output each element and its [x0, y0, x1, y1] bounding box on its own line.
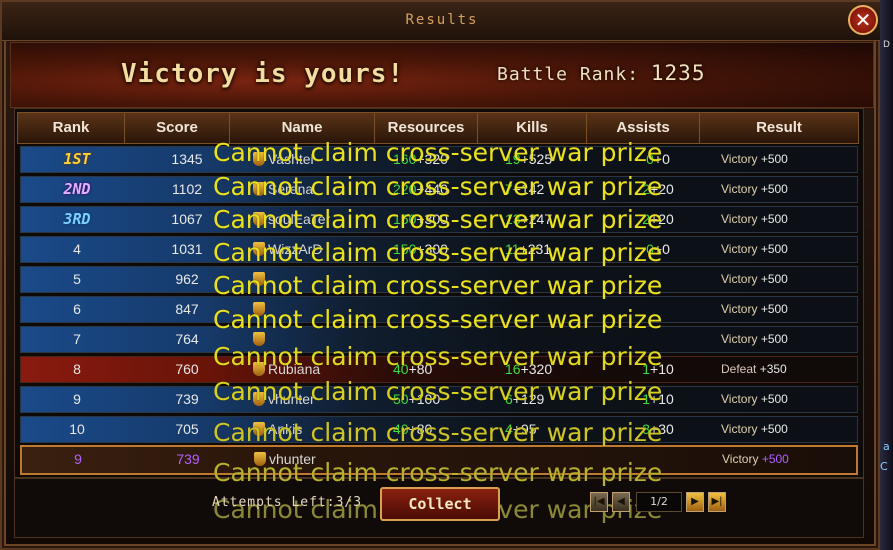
rank-cell: 4 [73, 241, 81, 257]
first-page-button[interactable]: |◀ [590, 492, 608, 512]
rank-cell: 9 [73, 391, 81, 407]
result-cell: Victory +500 [721, 212, 788, 226]
result-cell: Victory +500 [721, 242, 788, 256]
rank-cell: 1ST [63, 150, 91, 168]
background-edge: D a C [880, 0, 893, 550]
result-cell: Victory +500 [721, 272, 788, 286]
result-cell: Victory +500 [721, 152, 788, 166]
rank-cell: 6 [73, 301, 81, 317]
victory-headline: Victory is yours! [121, 59, 405, 89]
battle-rank-value: 1235 [650, 61, 706, 85]
col-result: Result [756, 119, 802, 136]
result-cell: Victory +500 [721, 422, 788, 436]
error-toast: Cannot claim cross-server war prize [213, 172, 663, 201]
battle-rank: Battle Rank: 1235 [497, 61, 705, 85]
rank-cell: 8 [73, 361, 81, 377]
first-page-icon: |◀ [593, 496, 605, 507]
battle-rank-label: Battle Rank: [497, 64, 640, 85]
next-page-button[interactable]: ▶ [686, 492, 704, 512]
close-icon: ✕ [854, 8, 872, 32]
page-indicator: 1/2 [636, 492, 682, 512]
error-toast: Cannot claim cross-server war prize [213, 305, 663, 334]
result-cell: Victory +500 [721, 302, 788, 316]
collect-button[interactable]: Collect [380, 487, 500, 521]
last-page-icon: ▶| [711, 496, 723, 507]
window-title: Results [405, 12, 479, 28]
error-toast: Cannot claim cross-server war prize [213, 377, 663, 406]
error-toast: Cannot claim cross-server war prize [213, 238, 663, 267]
next-page-icon: ▶ [691, 496, 699, 507]
result-cell: Defeat +350 [721, 362, 787, 376]
error-toast: Cannot claim cross-server war prize [213, 418, 663, 447]
rank-cell: 10 [69, 421, 85, 437]
title-bar: Results [2, 2, 882, 41]
attempts-left: Attempts Left:3/3 [212, 495, 363, 510]
result-cell: Victory +500 [722, 452, 789, 466]
victory-banner: Victory is yours! Battle Rank: 1235 [10, 42, 874, 108]
close-button[interactable]: ✕ [848, 5, 878, 35]
rank-cell: 9 [74, 451, 82, 467]
col-rank: Rank [18, 113, 125, 143]
rank-cell: 2ND [63, 180, 91, 198]
prev-page-button[interactable]: ◀ [612, 492, 630, 512]
error-toast: Cannot claim cross-server war prize [213, 271, 663, 300]
error-toast: Cannot claim cross-server war prize [213, 342, 663, 371]
error-toast: Cannot claim cross-server war prize [213, 205, 663, 234]
error-toast: Cannot claim cross-server war prize [213, 458, 663, 487]
rank-cell: 7 [73, 331, 81, 347]
result-cell: Victory +500 [721, 332, 788, 346]
rank-cell: 5 [73, 271, 81, 287]
rank-cell: 3RD [63, 210, 91, 228]
result-cell: Victory +500 [721, 392, 788, 406]
result-cell: Victory +500 [721, 182, 788, 196]
prev-page-icon: ◀ [617, 496, 625, 507]
last-page-button[interactable]: ▶| [708, 492, 726, 512]
error-toast: Cannot claim cross-server war prize [213, 138, 663, 167]
